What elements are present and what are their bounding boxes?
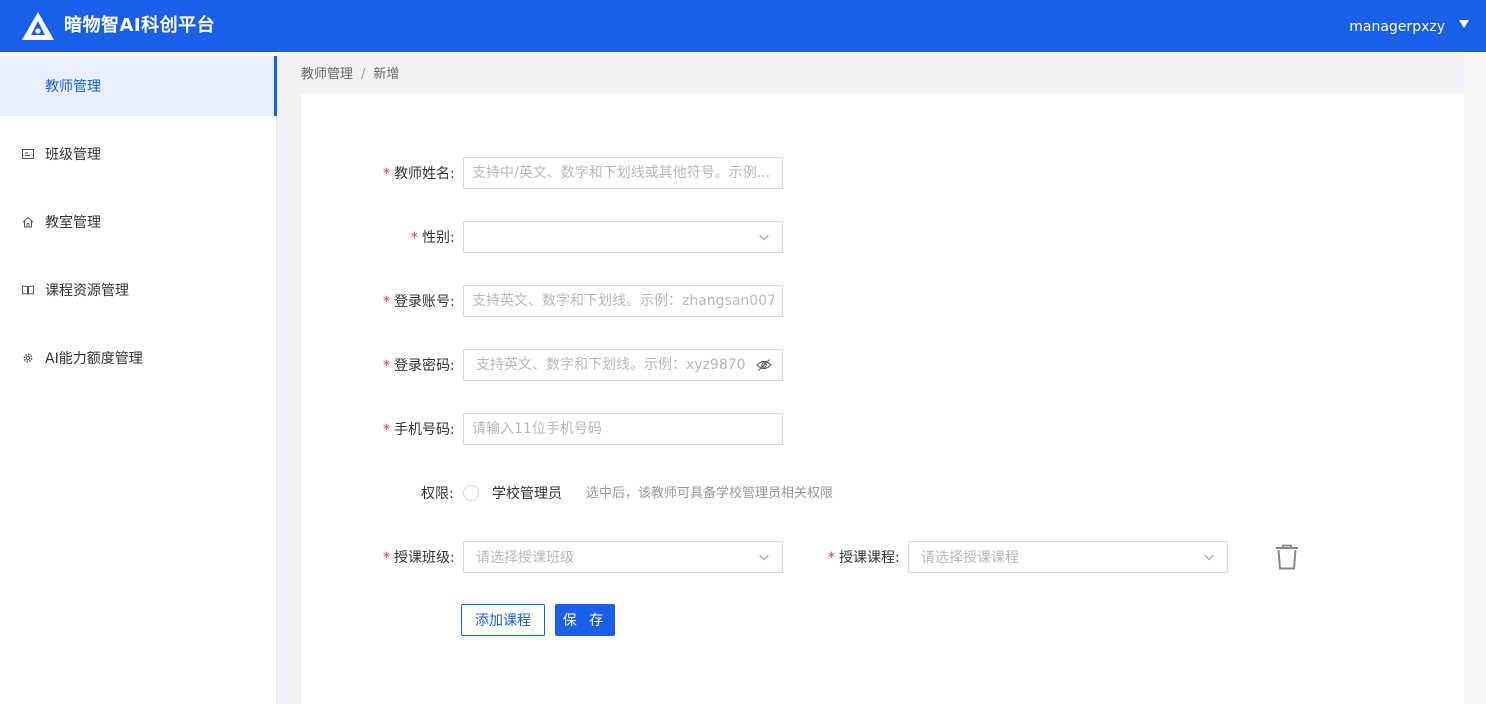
password-input[interactable] (464, 350, 782, 380)
sidebar-item-class[interactable]: 班级管理 (0, 124, 277, 184)
required-mark: * (383, 166, 390, 182)
chevron-down-icon (1204, 554, 1214, 561)
password-label: * 登录密码: (383, 358, 455, 374)
sidebar-item-ai-quota[interactable]: AI能力额度管理 (0, 328, 277, 388)
caret-down-icon[interactable] (1459, 20, 1469, 28)
add-course-button[interactable]: 添加课程 (461, 604, 545, 636)
required-mark: * (383, 294, 390, 310)
required-mark: * (383, 422, 390, 438)
phone-input[interactable] (464, 414, 782, 444)
breadcrumb-current: 新增 (373, 67, 400, 82)
class-select[interactable]: 请选择授课班级 (463, 541, 783, 573)
required-mark: * (828, 550, 835, 566)
gender-select[interactable] (463, 221, 783, 253)
save-button[interactable]: 保 存 (555, 604, 615, 636)
teacher-name-field[interactable] (463, 157, 783, 189)
breadcrumb-separator: / (361, 67, 366, 82)
school-admin-radio[interactable] (463, 485, 479, 501)
sidebar: 教师管理 班级管理 教室管理 课程资源管理 AI能力额度管理 (0, 52, 277, 704)
account-field[interactable] (463, 285, 783, 317)
app-title: 暗物智AI科创平台 (64, 15, 216, 36)
course-select[interactable]: 请选择授课课程 (908, 541, 1228, 573)
logo-icon (22, 12, 54, 40)
required-mark: * (383, 550, 390, 566)
gender-label: * 性别: (411, 230, 455, 246)
user-name[interactable]: managerpxzy (1349, 17, 1445, 37)
home-icon (21, 215, 35, 229)
name-label: * 教师姓名: (383, 166, 455, 182)
sidebar-item-label: AI能力额度管理 (45, 351, 143, 367)
account-label: * 登录账号: (383, 294, 455, 310)
password-field[interactable] (463, 349, 783, 381)
required-mark: * (383, 358, 390, 374)
breadcrumb-parent[interactable]: 教师管理 (301, 67, 353, 82)
course-label: * 授课课程: (828, 550, 900, 566)
sidebar-item-course-resources[interactable]: 课程资源管理 (0, 260, 277, 320)
phone-label: * 手机号码: (383, 422, 455, 438)
id-card-icon (21, 147, 35, 161)
book-icon (21, 283, 35, 297)
trash-icon[interactable] (1275, 544, 1299, 570)
course-select-placeholder: 请选择授课课程 (921, 550, 1019, 566)
class-select-placeholder: 请选择授课班级 (476, 550, 574, 566)
eye-off-icon[interactable] (756, 358, 772, 372)
permission-label: 权限: (421, 486, 454, 502)
chevron-down-icon (759, 554, 769, 561)
teacher-name-input[interactable] (464, 158, 782, 188)
sidebar-item-label: 班级管理 (45, 147, 101, 163)
sidebar-item-classroom[interactable]: 教室管理 (0, 192, 277, 252)
phone-field[interactable] (463, 413, 783, 445)
sidebar-item-label: 教室管理 (45, 215, 101, 231)
sidebar-item-teacher[interactable]: 教师管理 (0, 56, 277, 116)
chevron-down-icon (759, 234, 769, 241)
gear-icon (21, 351, 35, 365)
sidebar-item-label: 教师管理 (45, 79, 101, 95)
school-admin-option-label[interactable]: 学校管理员 (492, 484, 562, 504)
top-header: 暗物智AI科创平台 managerpxzy (0, 0, 1486, 52)
required-mark: * (411, 230, 418, 246)
breadcrumb: 教师管理 / 新增 (301, 66, 399, 84)
permission-hint: 选中后，该教师可具备学校管理员相关权限 (586, 486, 834, 501)
class-label: * 授课班级: (383, 550, 455, 566)
account-input[interactable] (464, 286, 782, 316)
page-scroll-gutter (1464, 52, 1486, 704)
sidebar-item-label: 课程资源管理 (45, 283, 129, 299)
